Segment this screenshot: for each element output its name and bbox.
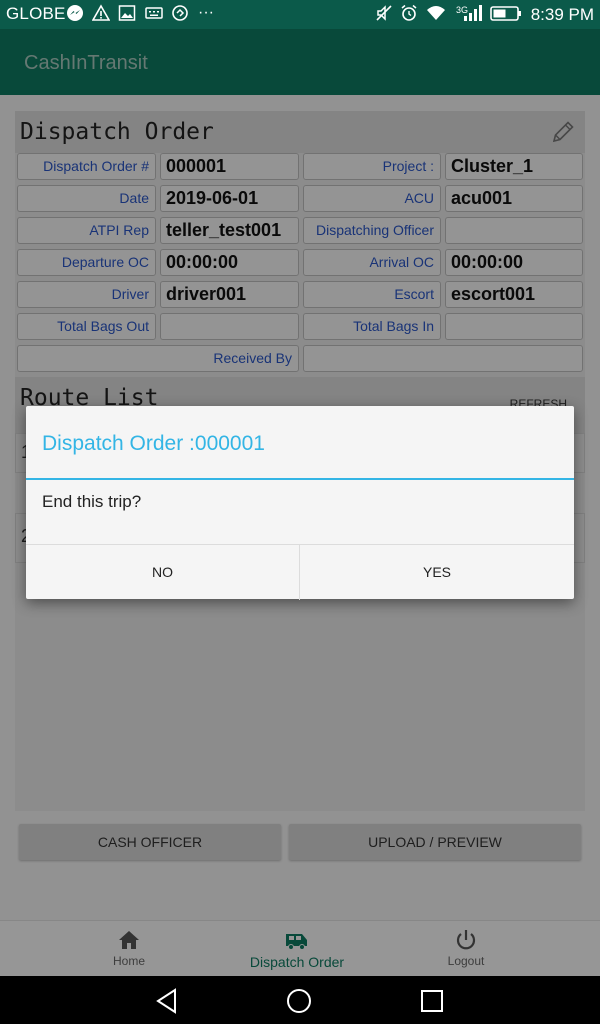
dialog-divider: [26, 478, 574, 480]
image-icon: [118, 4, 136, 22]
yes-button[interactable]: YES: [300, 545, 574, 600]
system-navigation-bar: [0, 976, 600, 1024]
battery-icon: [490, 4, 522, 22]
chat-icon: [171, 4, 189, 22]
warning-icon: [92, 4, 110, 22]
dialog-title: Dispatch Order :000001: [42, 432, 265, 455]
back-icon[interactable]: [155, 988, 179, 1014]
messenger-icon: [66, 4, 84, 22]
wifi-icon: [425, 4, 447, 22]
mute-icon: [375, 4, 393, 22]
signal-icon: [462, 4, 484, 22]
confirm-dialog: Dispatch Order :000001 End this trip? NO…: [26, 406, 574, 600]
status-bar: GLOBE ··· 3G 8:39 PM: [0, 0, 600, 29]
status-time: 8:39 PM: [530, 5, 594, 24]
carrier-name: GLOBE: [6, 4, 66, 23]
keyboard-icon: [145, 4, 163, 22]
dialog-actions: NO YES: [26, 544, 574, 600]
dialog-message: End this trip?: [42, 492, 142, 511]
no-button[interactable]: NO: [26, 545, 300, 600]
alarm-icon: [400, 4, 418, 22]
recents-icon[interactable]: [421, 990, 443, 1012]
more-icon: ···: [198, 4, 214, 21]
home-circle-icon[interactable]: [286, 988, 312, 1014]
